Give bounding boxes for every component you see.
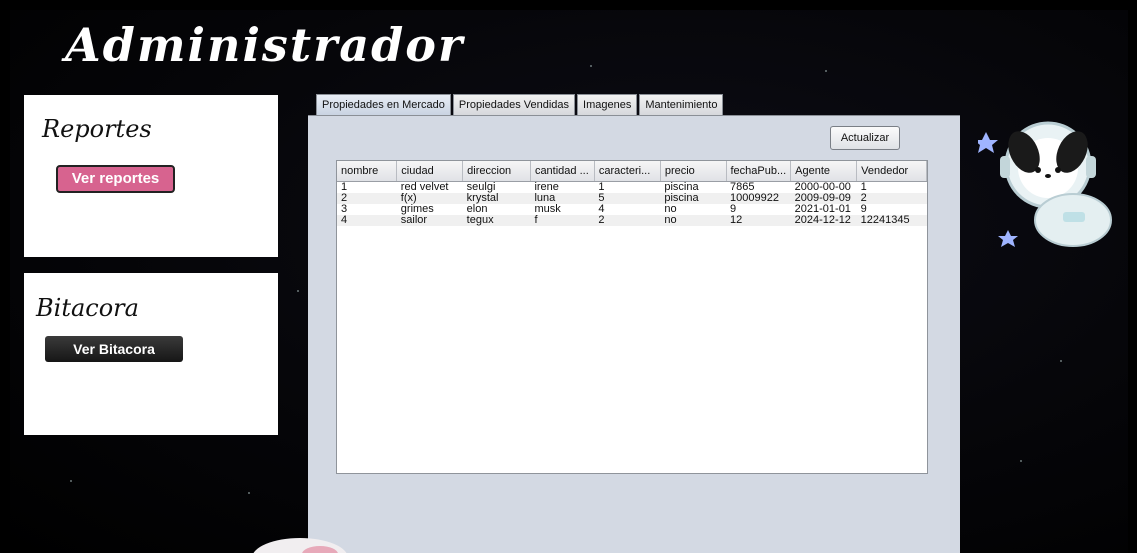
table-cell: tegux	[462, 215, 531, 226]
table-cell: 2	[856, 193, 927, 204]
table-cell: 2	[594, 215, 661, 226]
tab-propiedades-vendidas[interactable]: Propiedades Vendidas	[452, 94, 576, 115]
column-header-nombre[interactable]: nombre	[337, 161, 398, 182]
table-cell: 4	[598, 204, 605, 215]
actualizar-button[interactable]: Actualizar	[830, 126, 900, 150]
table-cell: sailor	[396, 215, 463, 226]
star-icon	[998, 230, 1018, 247]
star-decoration	[1060, 360, 1062, 362]
table-cell: luna	[530, 193, 595, 204]
table-cell: f(x)	[396, 193, 463, 204]
column-header-ciudad[interactable]: ciudad	[396, 161, 464, 182]
nose-shape	[1045, 174, 1051, 178]
table-cell: 4	[337, 215, 397, 226]
table-header-row: nombre ciudad direccion cantidad ... car…	[337, 161, 927, 182]
column-header-vendedor[interactable]: Vendedor	[856, 161, 927, 182]
table-cell: red velvet	[400, 181, 449, 193]
table-cell: 1	[598, 181, 605, 193]
eye-shape	[1035, 167, 1041, 173]
table-cell: 3	[341, 204, 348, 215]
suit-panel-shape	[1063, 212, 1085, 222]
star-icon	[978, 132, 998, 153]
table-cell: 10009922	[726, 193, 791, 204]
reportes-panel: Reportes Ver reportes	[24, 95, 278, 257]
table-cell: no	[660, 215, 726, 226]
table-cell: 2009-09-09	[790, 193, 857, 204]
table-cell: seulgi	[466, 181, 496, 193]
table-cell: f	[530, 215, 595, 226]
properties-table[interactable]: nombre ciudad direccion cantidad ... car…	[336, 160, 928, 474]
tab-mantenimiento[interactable]: Mantenimiento	[639, 94, 724, 115]
app-title: Administrador	[65, 18, 465, 72]
star-decoration	[297, 290, 299, 292]
table-cell: 9	[860, 204, 867, 215]
table-cell: 1	[860, 181, 867, 193]
table-cell: krystal	[462, 193, 531, 204]
column-header-agente[interactable]: Agente	[790, 161, 858, 182]
star-decoration	[70, 480, 72, 482]
app-window: Administrador Reportes Ver reportes Bita…	[10, 10, 1128, 553]
column-header-cantidad[interactable]: cantidad ...	[530, 161, 595, 182]
table-cell: 2021-01-01	[794, 204, 851, 215]
table-cell: no	[664, 204, 677, 215]
helmet-side-shape	[1086, 156, 1096, 178]
properties-grid: nombre ciudad direccion cantidad ... car…	[337, 161, 927, 226]
astronaut-mascot-image	[978, 121, 1112, 247]
table-row[interactable]: 3 grimes elon musk 4 no 9 2021-01-01 9	[337, 204, 927, 215]
table-cell: 12	[726, 215, 791, 226]
column-header-caracteristicas[interactable]: caracteri...	[594, 161, 661, 182]
star-decoration	[825, 70, 827, 72]
table-cell: grimes	[400, 204, 434, 215]
bitacora-panel: Bitacora Ver Bitacora	[24, 273, 278, 435]
table-cell: 5	[594, 193, 661, 204]
star-decoration	[590, 65, 592, 67]
table-cell: 2024-12-12	[790, 215, 857, 226]
table-cell: irene	[534, 181, 559, 193]
decorative-character-fragment	[253, 538, 347, 553]
column-header-precio[interactable]: precio	[660, 161, 727, 182]
ver-reportes-button[interactable]: Ver reportes	[56, 165, 175, 193]
column-header-direccion[interactable]: direccion	[462, 161, 531, 182]
star-decoration	[1020, 460, 1022, 462]
table-cell: elon	[466, 204, 488, 215]
ver-bitacora-button[interactable]: Ver Bitacora	[45, 336, 183, 362]
tab-propiedades-en-mercado[interactable]: Propiedades en Mercado	[316, 94, 451, 115]
tab-bar: Propiedades en Mercado Propiedades Vendi…	[316, 94, 725, 115]
table-cell: piscina	[660, 193, 726, 204]
table-cell: 9	[730, 204, 737, 215]
helmet-side-shape	[1000, 156, 1010, 178]
table-row[interactable]: 4 sailor tegux f 2 no 12 2024-12-12 1224…	[337, 215, 927, 226]
bitacora-title: Bitacora	[36, 294, 139, 322]
table-row[interactable]: 2 f(x) krystal luna 5 piscina 10009922 2…	[337, 193, 927, 204]
star-decoration	[248, 492, 250, 494]
column-header-fecha-publicacion[interactable]: fechaPub...	[726, 161, 792, 182]
table-row[interactable]: 1 red velvet seulgi irene 1 piscina 7865…	[337, 182, 927, 194]
table-cell: 12241345	[856, 215, 927, 226]
tab-imagenes[interactable]: Imagenes	[577, 94, 638, 115]
table-cell: musk	[534, 204, 561, 215]
table-cell: 1	[341, 181, 348, 193]
eye-shape	[1055, 167, 1061, 173]
table-cell: 2000-00-00	[794, 181, 851, 193]
table-cell: 2	[337, 193, 397, 204]
table-cell: 7865	[730, 181, 755, 193]
reportes-title: Reportes	[42, 115, 152, 143]
table-cell: piscina	[664, 181, 699, 193]
tab-content-panel: Actualizar nombre ciudad direccion canti…	[308, 115, 960, 553]
